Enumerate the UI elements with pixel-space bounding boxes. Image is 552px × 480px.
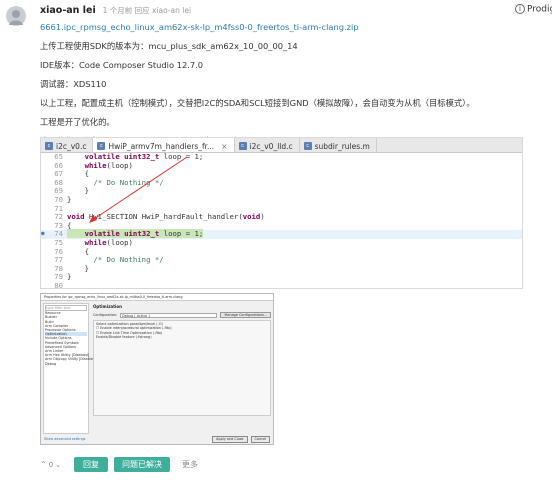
code-line[interactable]: 75 while(loop) — [41, 238, 522, 248]
ide-screenshot[interactable]: c i2c_v0.c c HwiP_armv7m_handlers_fr... × c… — [40, 137, 523, 289]
attachment-link[interactable]: 6661.ipc_rpmsg_echo_linux_am62x-sk-lp_m4… — [40, 22, 359, 32]
chevron-up-icon[interactable]: ⌃ — [40, 460, 47, 469]
more-link[interactable]: 更多 — [182, 459, 198, 470]
code-line[interactable]: 66 while(loop) — [41, 161, 522, 171]
info-icon: i — [515, 4, 525, 14]
apply-close-button[interactable]: Apply and Close — [212, 435, 248, 443]
close-icon[interactable]: × — [221, 142, 227, 151]
content-line: IDE版本：Code Composer Studio 12.7.0 — [40, 60, 204, 70]
dialog-page: Optimization Configuration: Debug [ Acti… — [91, 303, 273, 434]
post-content: 6661.ipc_rpmsg_echo_linux_am62x-sk-lp_m4… — [40, 18, 546, 151]
post-meta: 1 个月前 回应 xiao-an lei — [102, 6, 192, 15]
code-line[interactable]: 70} — [41, 194, 522, 205]
config-select[interactable]: Debug [ Active ] — [120, 312, 218, 318]
forum-post: xiao-an lei 1 个月前 回应 xiao-an lei iProdig… — [0, 0, 552, 480]
c-file-icon: c — [45, 142, 53, 150]
vote-control[interactable]: ⌃ 0 ⌄ — [40, 460, 68, 469]
editor-tab[interactable]: c subdir_rules.m — [300, 138, 377, 152]
prodigy-badge[interactable]: iProdig — [515, 4, 552, 15]
option-row[interactable]: Enable/Disable feature (-fstrong) — [96, 335, 268, 339]
author-name[interactable]: xiao-an lei — [40, 5, 96, 16]
code-text: void HwI_SECTION HwiP_hardFault_handler(… — [67, 212, 265, 222]
dialog-title: Properties for ipc_rpmsg_echo_linux_am62… — [41, 294, 273, 301]
c-file-icon: c — [238, 142, 247, 150]
dialog-tree: type filter text Resource Builder Build Ar… — [43, 303, 96, 434]
content-line: 调试器：XDS110 — [40, 79, 107, 89]
post-header: xiao-an lei 1 个月前 回应 xiao-an lei — [40, 5, 191, 16]
dialog-footer: Show advanced settings Apply and Close C… — [41, 434, 273, 444]
code-line[interactable]: 69 } — [41, 187, 522, 196]
code-text: } — [67, 194, 72, 204]
code-line[interactable]: 72 void HwI_SECTION HwiP_hardFault_handle… — [41, 212, 522, 222]
editor-tab-active[interactable]: c HwiP_armv7m_handlers_fr... × — [93, 138, 235, 152]
code-line[interactable]: 78 } — [41, 264, 522, 274]
page-title: Optimization — [93, 304, 122, 309]
content-line: 上传工程使用SDK的版本为：mcu_plus_sdk_am62x_10_00_0… — [40, 41, 298, 51]
properties-dialog-screenshot[interactable]: Properties for ipc_rpmsg_echo_linux_am62… — [40, 293, 274, 445]
code-line[interactable]: 77 /* Do Nothing */ — [41, 255, 522, 265]
prodigy-label: Prodig — [527, 4, 552, 15]
cancel-button[interactable]: Cancel — [250, 435, 270, 443]
options-panel: Select optimization paradigm/level (-O) … — [93, 320, 271, 416]
editor-tab[interactable]: c i2c_v0.c — [41, 138, 94, 152]
reply-button[interactable]: 回复 — [74, 457, 108, 472]
advanced-settings-link[interactable]: Show advanced settings — [44, 437, 209, 441]
code-line[interactable]: 80 — [41, 280, 522, 289]
config-label: Configuration: — [93, 313, 118, 317]
code-line[interactable]: 68 /* Do Nothing */ — [41, 178, 522, 188]
vote-count: 0 — [48, 460, 54, 469]
code-line[interactable]: 79} — [41, 273, 522, 282]
line-number: 80 — [54, 280, 63, 289]
post-actions: ⌃ 0 ⌄ 回复 问题已解决 更多 — [40, 457, 198, 472]
content-line: 工程是开了优化的。 — [40, 117, 115, 127]
c-file-icon: c — [97, 142, 106, 150]
tree-item[interactable]: Debug — [45, 362, 87, 366]
manage-configurations-button[interactable]: Manage Configurations... — [220, 312, 271, 318]
editor-tab[interactable]: c i2c_v0_lld.c — [235, 138, 300, 152]
code-text: } — [67, 272, 72, 282]
c-file-icon: c — [303, 142, 312, 150]
code-editor[interactable]: 65 volatile uint32_t loop = 1; 66 while(l… — [41, 152, 522, 289]
editor-tabbar: c i2c_v0.c c HwiP_armv7m_handlers_fr... × c… — [41, 138, 522, 153]
solved-button[interactable]: 问题已解决 — [114, 457, 170, 472]
avatar[interactable] — [6, 6, 26, 26]
content-line: 以上工程，配置成主机（控制模式），交替把I2C的SDA和SCL短接到GND（模拟… — [40, 98, 475, 108]
chevron-down-icon[interactable]: ⌄ — [55, 461, 61, 469]
